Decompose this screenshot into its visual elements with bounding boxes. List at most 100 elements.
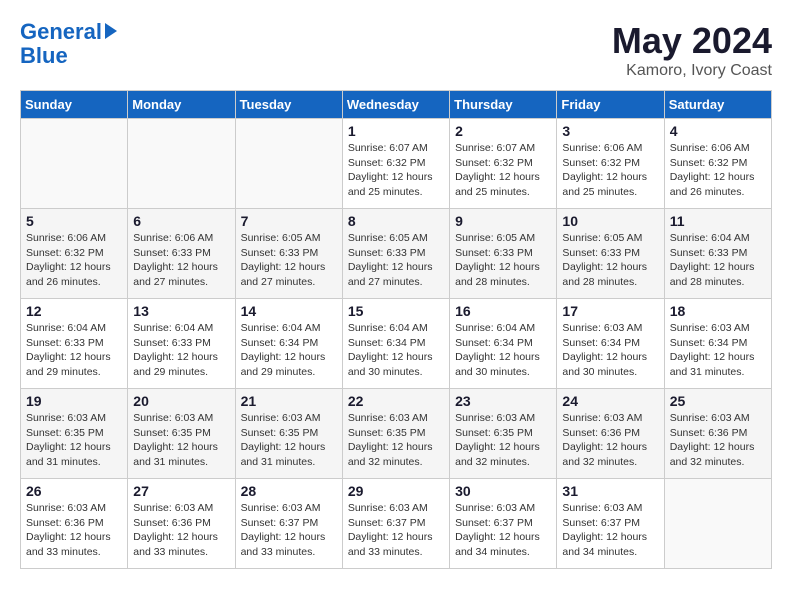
day-info: Sunrise: 6:06 AM Sunset: 6:32 PM Dayligh… <box>26 231 122 290</box>
calendar-week-2: 5 Sunrise: 6:06 AM Sunset: 6:32 PM Daylig… <box>21 209 772 299</box>
day-number: 23 <box>455 393 551 409</box>
day-info: Sunrise: 6:03 AM Sunset: 6:37 PM Dayligh… <box>348 501 444 560</box>
calendar-week-4: 19 Sunrise: 6:03 AM Sunset: 6:35 PM Dayli… <box>21 389 772 479</box>
day-header-friday: Friday <box>557 91 664 119</box>
day-info: Sunrise: 6:03 AM Sunset: 6:35 PM Dayligh… <box>455 411 551 470</box>
day-number: 5 <box>26 213 122 229</box>
calendar-cell: 19Sunrise: 6:03 AM Sunset: 6:35 PM Dayli… <box>21 389 128 479</box>
calendar-cell: 28 Sunrise: 6:03 AM Sunset: 6:37 PM Dayli… <box>235 479 342 569</box>
title-block: May 2024 Kamoro, Ivory Coast <box>612 20 772 80</box>
day-info: Sunrise: 6:03 AM Sunset: 6:37 PM Dayligh… <box>562 501 658 560</box>
day-info: Sunrise: 6:03 AM Sunset: 6:35 PM Dayligh… <box>133 411 229 470</box>
calendar-cell: 31 Sunrise: 6:03 AM Sunset: 6:37 PM Dayli… <box>557 479 664 569</box>
day-info: Sunrise: 6:04 AM Sunset: 6:34 PM Dayligh… <box>455 321 551 380</box>
day-number: 31 <box>562 483 658 499</box>
calendar-week-5: 26 Sunrise: 6:03 AM Sunset: 6:36 PM Dayli… <box>21 479 772 569</box>
calendar-cell: 16 Sunrise: 6:04 AM Sunset: 6:34 PM Dayli… <box>450 299 557 389</box>
calendar-cell <box>21 119 128 209</box>
calendar-cell: 29 Sunrise: 6:03 AM Sunset: 6:37 PM Dayli… <box>342 479 449 569</box>
day-number: 14 <box>241 303 337 319</box>
day-header-monday: Monday <box>128 91 235 119</box>
calendar-cell: 27 Sunrise: 6:03 AM Sunset: 6:36 PM Dayli… <box>128 479 235 569</box>
calendar-cell: 30Sunrise: 6:03 AM Sunset: 6:37 PM Dayli… <box>450 479 557 569</box>
day-info: Sunrise: 6:03 AM Sunset: 6:35 PM Dayligh… <box>241 411 337 470</box>
day-number: 24 <box>562 393 658 409</box>
calendar-cell: 17 Sunrise: 6:03 AM Sunset: 6:34 PM Dayli… <box>557 299 664 389</box>
day-info: Sunrise: 6:06 AM Sunset: 6:32 PM Dayligh… <box>562 141 658 200</box>
day-info: Sunrise: 6:06 AM Sunset: 6:33 PM Dayligh… <box>133 231 229 290</box>
day-info: Sunrise: 6:04 AM Sunset: 6:33 PM Dayligh… <box>133 321 229 380</box>
calendar-cell: 21 Sunrise: 6:03 AM Sunset: 6:35 PM Dayli… <box>235 389 342 479</box>
calendar-cell: 23 Sunrise: 6:03 AM Sunset: 6:35 PM Dayli… <box>450 389 557 479</box>
day-number: 22 <box>348 393 444 409</box>
calendar-cell: 10 Sunrise: 6:05 AM Sunset: 6:33 PM Dayli… <box>557 209 664 299</box>
day-info: Sunrise: 6:03 AM Sunset: 6:36 PM Dayligh… <box>670 411 766 470</box>
day-info: Sunrise: 6:05 AM Sunset: 6:33 PM Dayligh… <box>348 231 444 290</box>
day-number: 16 <box>455 303 551 319</box>
day-info: Sunrise: 6:03 AM Sunset: 6:36 PM Dayligh… <box>562 411 658 470</box>
calendar-cell: 3 Sunrise: 6:06 AM Sunset: 6:32 PM Daylig… <box>557 119 664 209</box>
day-info: Sunrise: 6:04 AM Sunset: 6:33 PM Dayligh… <box>670 231 766 290</box>
day-info: Sunrise: 6:07 AM Sunset: 6:32 PM Dayligh… <box>348 141 444 200</box>
day-info: Sunrise: 6:03 AM Sunset: 6:37 PM Dayligh… <box>455 501 551 560</box>
day-number: 19 <box>26 393 122 409</box>
day-number: 11 <box>670 213 766 229</box>
calendar-header-row: SundayMondayTuesdayWednesdayThursdayFrid… <box>21 91 772 119</box>
calendar-cell <box>128 119 235 209</box>
day-info: Sunrise: 6:05 AM Sunset: 6:33 PM Dayligh… <box>562 231 658 290</box>
day-header-saturday: Saturday <box>664 91 771 119</box>
day-number: 28 <box>241 483 337 499</box>
day-info: Sunrise: 6:05 AM Sunset: 6:33 PM Dayligh… <box>241 231 337 290</box>
calendar-week-1: 1Sunrise: 6:07 AM Sunset: 6:32 PM Daylig… <box>21 119 772 209</box>
calendar-cell: 6Sunrise: 6:06 AM Sunset: 6:33 PM Daylig… <box>128 209 235 299</box>
day-number: 9 <box>455 213 551 229</box>
location: Kamoro, Ivory Coast <box>612 62 772 80</box>
day-number: 25 <box>670 393 766 409</box>
day-number: 26 <box>26 483 122 499</box>
day-number: 7 <box>241 213 337 229</box>
day-number: 12 <box>26 303 122 319</box>
calendar-cell: 22 Sunrise: 6:03 AM Sunset: 6:35 PM Dayli… <box>342 389 449 479</box>
day-info: Sunrise: 6:06 AM Sunset: 6:32 PM Dayligh… <box>670 141 766 200</box>
day-number: 21 <box>241 393 337 409</box>
day-number: 27 <box>133 483 229 499</box>
calendar-table: SundayMondayTuesdayWednesdayThursdayFrid… <box>20 90 772 569</box>
day-number: 29 <box>348 483 444 499</box>
day-number: 18 <box>670 303 766 319</box>
calendar-cell: 4 Sunrise: 6:06 AM Sunset: 6:32 PM Daylig… <box>664 119 771 209</box>
day-header-wednesday: Wednesday <box>342 91 449 119</box>
day-info: Sunrise: 6:03 AM Sunset: 6:36 PM Dayligh… <box>26 501 122 560</box>
day-info: Sunrise: 6:04 AM Sunset: 6:34 PM Dayligh… <box>348 321 444 380</box>
day-info: Sunrise: 6:03 AM Sunset: 6:36 PM Dayligh… <box>133 501 229 560</box>
day-number: 4 <box>670 123 766 139</box>
calendar-body: 1Sunrise: 6:07 AM Sunset: 6:32 PM Daylig… <box>21 119 772 569</box>
day-info: Sunrise: 6:03 AM Sunset: 6:34 PM Dayligh… <box>670 321 766 380</box>
day-info: Sunrise: 6:04 AM Sunset: 6:34 PM Dayligh… <box>241 321 337 380</box>
day-info: Sunrise: 6:04 AM Sunset: 6:33 PM Dayligh… <box>26 321 122 380</box>
day-info: Sunrise: 6:03 AM Sunset: 6:35 PM Dayligh… <box>348 411 444 470</box>
calendar-cell <box>664 479 771 569</box>
calendar-cell: 25 Sunrise: 6:03 AM Sunset: 6:36 PM Dayli… <box>664 389 771 479</box>
logo-text: General Blue <box>20 20 117 68</box>
calendar-cell: 5 Sunrise: 6:06 AM Sunset: 6:32 PM Daylig… <box>21 209 128 299</box>
calendar-cell: 9 Sunrise: 6:05 AM Sunset: 6:33 PM Daylig… <box>450 209 557 299</box>
day-number: 15 <box>348 303 444 319</box>
calendar-cell: 11 Sunrise: 6:04 AM Sunset: 6:33 PM Dayli… <box>664 209 771 299</box>
calendar-cell: 13 Sunrise: 6:04 AM Sunset: 6:33 PM Dayli… <box>128 299 235 389</box>
calendar-week-3: 12 Sunrise: 6:04 AM Sunset: 6:33 PM Dayli… <box>21 299 772 389</box>
day-info: Sunrise: 6:05 AM Sunset: 6:33 PM Dayligh… <box>455 231 551 290</box>
calendar-cell: 24 Sunrise: 6:03 AM Sunset: 6:36 PM Dayli… <box>557 389 664 479</box>
day-number: 13 <box>133 303 229 319</box>
calendar-cell: 18 Sunrise: 6:03 AM Sunset: 6:34 PM Dayli… <box>664 299 771 389</box>
day-number: 3 <box>562 123 658 139</box>
day-info: Sunrise: 6:03 AM Sunset: 6:34 PM Dayligh… <box>562 321 658 380</box>
day-number: 2 <box>455 123 551 139</box>
calendar-cell: 2Sunrise: 6:07 AM Sunset: 6:32 PM Daylig… <box>450 119 557 209</box>
day-number: 10 <box>562 213 658 229</box>
day-info: Sunrise: 6:03 AM Sunset: 6:37 PM Dayligh… <box>241 501 337 560</box>
day-number: 20 <box>133 393 229 409</box>
day-header-tuesday: Tuesday <box>235 91 342 119</box>
calendar-cell: 14 Sunrise: 6:04 AM Sunset: 6:34 PM Dayli… <box>235 299 342 389</box>
calendar-cell: 8Sunrise: 6:05 AM Sunset: 6:33 PM Daylig… <box>342 209 449 299</box>
day-number: 17 <box>562 303 658 319</box>
